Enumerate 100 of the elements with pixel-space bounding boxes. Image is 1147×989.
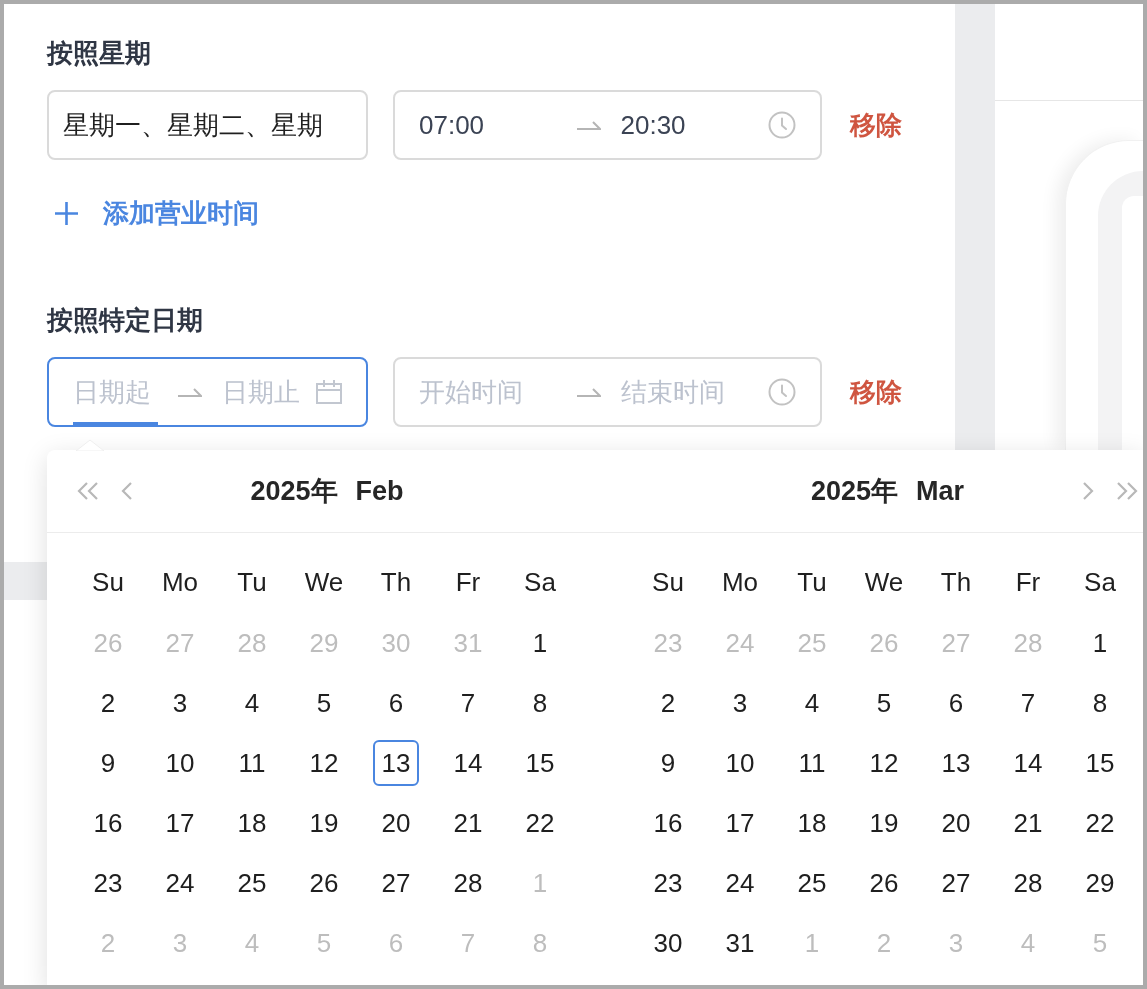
weekday-label: Sa (524, 566, 556, 598)
day-cell[interactable]: 4 (229, 680, 275, 726)
weekday-label: Mo (721, 566, 759, 598)
day-cell[interactable]: 22 (517, 800, 563, 846)
weekday-label: Su (92, 566, 124, 598)
day-cell[interactable]: 3 (157, 680, 203, 726)
year-button[interactable]: 2025年 (810, 473, 899, 509)
day-cell[interactable]: 14 (445, 740, 491, 786)
day-cell[interactable]: 27 (933, 860, 979, 906)
day-cell[interactable]: 21 (1005, 800, 1051, 846)
day-cell[interactable]: 18 (789, 800, 835, 846)
day-cell[interactable]: 31 (717, 920, 763, 966)
day-cell[interactable]: 17 (717, 800, 763, 846)
remove-link[interactable]: 移除 (850, 374, 902, 410)
day-cell[interactable]: 10 (717, 740, 763, 786)
weekday-label: Fr (1015, 566, 1041, 598)
day-cell[interactable]: 10 (157, 740, 203, 786)
day-cell[interactable]: 24 (157, 860, 203, 906)
day-cell[interactable]: 25 (789, 860, 835, 906)
weekday-label: We (304, 566, 344, 598)
day-cell[interactable]: 15 (1077, 740, 1123, 786)
chevron-right-icon[interactable] (1082, 482, 1095, 500)
day-cell[interactable]: 1 (1077, 620, 1123, 666)
end-input[interactable]: 20:30 (620, 92, 758, 158)
chevron-left-icon[interactable] (120, 482, 133, 500)
weekday-label: We (864, 566, 904, 598)
day-cell[interactable]: 20 (373, 800, 419, 846)
weekday-label: Mo (161, 566, 199, 598)
clock-icon (768, 378, 796, 406)
end-input[interactable]: 结束时间 (620, 359, 758, 425)
calendar-icon (316, 380, 342, 404)
weekday-label: Sa (1084, 566, 1116, 598)
clock-icon (768, 111, 796, 139)
day-cell[interactable]: 5 (861, 680, 907, 726)
day-cell[interactable]: 11 (789, 740, 835, 786)
range-picker[interactable]: 07:00 20:30 (393, 90, 822, 160)
weekday-select[interactable]: 星期一、星期二、星期 (47, 90, 368, 160)
day-cell[interactable]: 21 (445, 800, 491, 846)
day-cell[interactable]: 4 (789, 680, 835, 726)
add-hours-button[interactable]: 添加营业时间 (47, 198, 259, 228)
day-cell[interactable]: 2 (85, 680, 131, 726)
day-cell[interactable]: 13 (373, 740, 419, 786)
day-cell[interactable]: 26 (301, 860, 347, 906)
day-cell[interactable]: 5 (301, 680, 347, 726)
weekday-label: Tu (797, 566, 827, 598)
section-label: 按照特定日期 (47, 305, 203, 335)
weekday-label: Su (652, 566, 684, 598)
day-cell[interactable]: 3 (717, 680, 763, 726)
day-cell[interactable]: 11 (229, 740, 275, 786)
double-chevron-left-icon[interactable] (75, 482, 100, 500)
day-cell[interactable]: 28 (1005, 860, 1051, 906)
month-button[interactable]: Mar (916, 475, 965, 507)
day-cell[interactable]: 22 (1077, 800, 1123, 846)
day-cell[interactable]: 24 (717, 860, 763, 906)
day-cell[interactable]: 8 (1077, 680, 1123, 726)
start-input[interactable]: 开始时间 (419, 359, 557, 425)
day-cell[interactable]: 6 (933, 680, 979, 726)
weekday-label: Fr (455, 566, 481, 598)
day-cell[interactable]: 26 (861, 860, 907, 906)
weekday-label: Tu (237, 566, 267, 598)
day-cell[interactable]: 14 (1005, 740, 1051, 786)
day-cell[interactable]: 25 (229, 860, 275, 906)
day-cell[interactable]: 27 (373, 860, 419, 906)
year-button[interactable]: 2025年 (250, 473, 338, 509)
day-cell[interactable]: 9 (645, 740, 691, 786)
day-cell[interactable]: 1 (517, 620, 563, 666)
day-cell[interactable]: 15 (517, 740, 563, 786)
start-input[interactable]: 日期起 (73, 359, 158, 425)
day-cell[interactable]: 12 (301, 740, 347, 786)
day-cell[interactable]: 17 (157, 800, 203, 846)
day-cell[interactable]: 9 (85, 740, 131, 786)
day-cell[interactable]: 30 (645, 920, 691, 966)
end-input[interactable]: 日期止 (221, 359, 306, 425)
day-cell[interactable]: 18 (229, 800, 275, 846)
day-cell[interactable]: 16 (645, 800, 691, 846)
day-cell[interactable]: 13 (933, 740, 979, 786)
day-cell[interactable]: 29 (1077, 860, 1123, 906)
weekday-label: Th (380, 566, 412, 598)
day-cell[interactable]: 7 (445, 680, 491, 726)
section-label: 按照星期 (47, 38, 151, 68)
day-cell[interactable]: 19 (861, 800, 907, 846)
day-cell[interactable]: 20 (933, 800, 979, 846)
day-cell[interactable]: 12 (861, 740, 907, 786)
day-cell[interactable]: 16 (85, 800, 131, 846)
plus-icon (55, 201, 78, 225)
day-cell[interactable]: 23 (85, 860, 131, 906)
month-button[interactable]: Feb (355, 475, 404, 507)
day-cell[interactable]: 6 (373, 680, 419, 726)
range-picker[interactable]: 日期起 日期止 (47, 357, 368, 427)
day-cell[interactable]: 2 (645, 680, 691, 726)
double-chevron-right-icon[interactable] (1115, 482, 1140, 500)
remove-link[interactable]: 移除 (850, 107, 902, 143)
background-band (4, 562, 47, 600)
day-cell[interactable]: 19 (301, 800, 347, 846)
day-cell[interactable]: 23 (645, 860, 691, 906)
start-input[interactable]: 07:00 (419, 92, 557, 158)
day-cell[interactable]: 7 (1005, 680, 1051, 726)
day-cell[interactable]: 8 (517, 680, 563, 726)
weekday-label: Th (940, 566, 972, 598)
day-cell[interactable]: 28 (445, 860, 491, 906)
